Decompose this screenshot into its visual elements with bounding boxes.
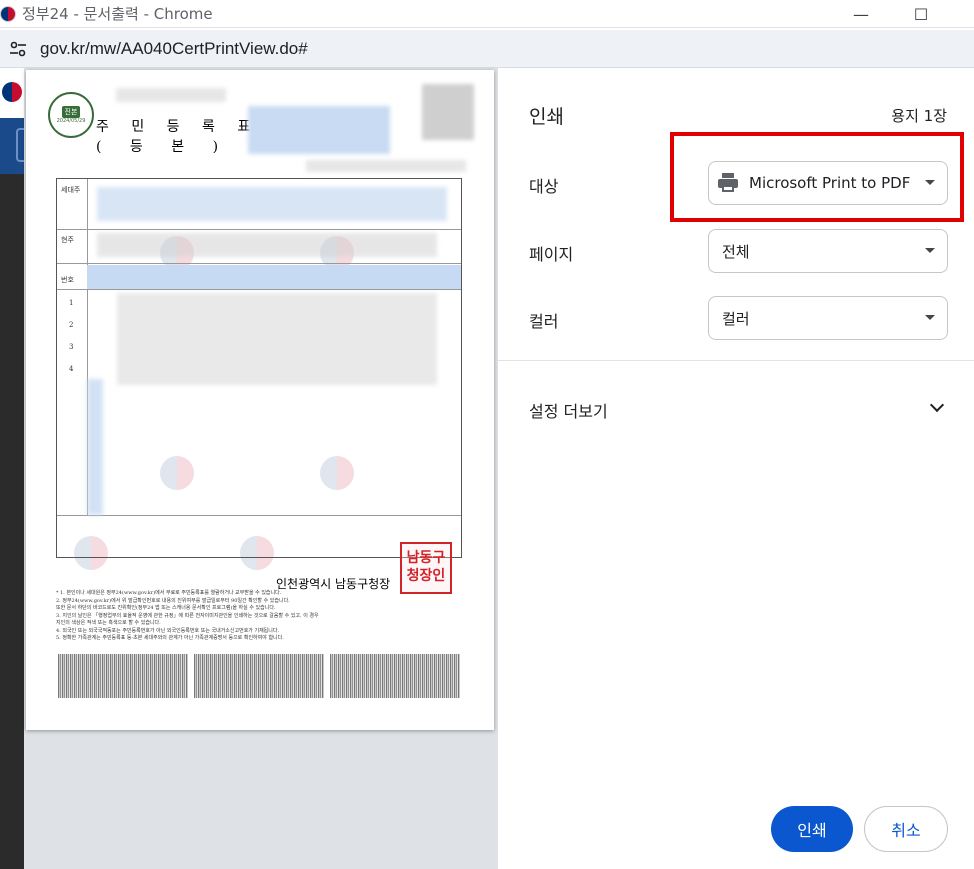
redacted-column: [87, 379, 103, 515]
row-label-householder: 세대주: [61, 186, 81, 194]
minimize-button[interactable]: —: [838, 2, 884, 26]
redacted-block: [97, 187, 447, 221]
row-number: 4: [69, 365, 74, 373]
maximize-button[interactable]: ☐: [898, 2, 944, 26]
settings-divider: [498, 360, 974, 361]
note-line: 2. 정부24(www.gov.kr)에서 위 발급확인번호로 내용의 진위여부…: [56, 597, 290, 604]
document-notes: * 1. 본인이나 세대원은 정부24(www.gov.kr)에서 무료로 주민…: [56, 590, 466, 643]
gov24-logo-icon: [2, 82, 22, 102]
authenticity-seal: 진본 2024/05/29: [48, 92, 94, 138]
row-number: 3: [69, 343, 74, 351]
redacted-block: [117, 293, 437, 385]
more-settings-toggle[interactable]: 설정 더보기: [529, 398, 608, 422]
redacted-qr: [422, 84, 474, 140]
seal-date: 2024/05/29: [56, 118, 86, 124]
print-settings-panel: 인쇄 용지 1장 대상 Microsoft Print to PDF 페이지 전…: [498, 68, 974, 869]
dropdown-arrow-icon: [925, 248, 935, 253]
window-titlebar: 정부24 - 문서출력 - Chrome — ☐: [0, 0, 974, 28]
seal-label: 진본: [61, 106, 81, 118]
resident-table: 세대주 현주 번호 1 2 3 4: [56, 178, 462, 558]
redacted-block: [97, 233, 437, 257]
redacted-text: [306, 160, 466, 172]
url-text[interactable]: gov.kr/mw/AA040CertPrintView.do#: [40, 39, 308, 59]
tune-icon[interactable]: [4, 35, 32, 63]
pages-value: 전체: [722, 242, 750, 261]
page-background-strip: [0, 68, 24, 869]
color-value: 컬러: [722, 309, 750, 328]
row-number: 2: [69, 321, 74, 329]
redacted-block: [248, 106, 390, 154]
color-label: 컬러: [529, 312, 559, 331]
table-divider: [57, 229, 461, 230]
address-bar: gov.kr/mw/AA040CertPrintView.do#: [0, 30, 974, 68]
table-divider: [57, 289, 461, 290]
row-number: 1: [69, 299, 74, 307]
gov24-favicon-icon: [0, 5, 16, 22]
note-line: 3. 지인의 날인은 「행정업무의 효율적 운영에 관한 규정」에 따른 전자이…: [56, 612, 319, 619]
sheet-count: 용지 1장: [891, 107, 947, 125]
barcode: [194, 654, 324, 698]
pages-select[interactable]: 전체: [708, 229, 948, 273]
row-label-address: 현주: [61, 236, 74, 244]
highlight-box: [670, 132, 964, 222]
official-stamp: 남동구청장인: [400, 542, 452, 594]
barcode: [330, 654, 460, 698]
note-line: 지인의 색상은 적색 또는 흑색으로 할 수 있습니다.: [56, 620, 161, 626]
chevron-down-icon[interactable]: [929, 397, 945, 413]
destination-label: 대상: [529, 177, 559, 196]
row-label-number: 번호: [61, 276, 74, 284]
note-line: * 1. 본인이나 세대원은 정부24(www.gov.kr)에서 무료로 주민…: [56, 590, 282, 596]
pages-label: 페이지: [529, 245, 574, 264]
note-line: 5. 정확한 가족관계는 주민등록표 등·초본 세대주와의 관계가 아닌 가족관…: [56, 635, 284, 641]
document-title: 주 민 등 록 표: [96, 119, 260, 135]
window-title: 정부24 - 문서출력 - Chrome: [22, 5, 213, 23]
table-divider: [57, 515, 461, 516]
document-subtitle: ( 등 본 ): [96, 139, 231, 155]
dropdown-arrow-icon: [925, 315, 935, 320]
redacted-text: [116, 88, 226, 102]
table-divider: [57, 263, 461, 264]
barcode: [58, 654, 188, 698]
note-line: 또한 문서 하단의 바코드로도 진위확인(정부24 앱 또는 스캐너용 문서확인…: [56, 605, 276, 611]
cancel-button[interactable]: 취소: [864, 806, 948, 852]
print-panel-title: 인쇄: [529, 106, 564, 128]
table-header-band: [87, 265, 461, 289]
color-select[interactable]: 컬러: [708, 296, 948, 340]
page-nav-button: [16, 128, 24, 162]
preview-page: 진본 2024/05/29 주 민 등 록 표 ( 등 본 ) 세대주 현주 번…: [26, 70, 494, 730]
print-button[interactable]: 인쇄: [771, 806, 853, 852]
note-line: 4. 외국인 또는 외국국적동포는 주민등록번호가 아닌 외국인등록번호 또는 …: [56, 627, 280, 634]
